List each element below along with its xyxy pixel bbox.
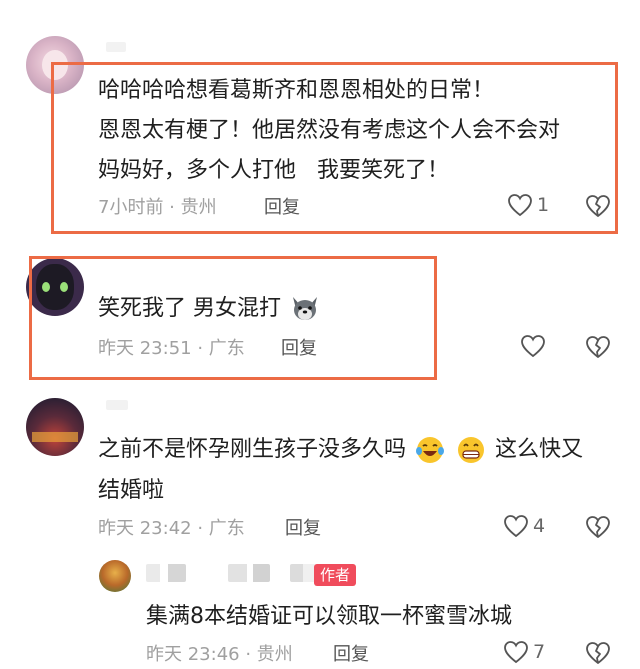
username-redacted — [290, 564, 316, 582]
broken-heart-icon — [586, 336, 610, 358]
heart-icon — [504, 515, 528, 538]
like-button[interactable] — [520, 334, 546, 358]
reply-button[interactable]: 回复 — [285, 517, 321, 541]
heart-icon — [521, 335, 545, 358]
comment-text: 笑死我了 男女混打 — [98, 290, 322, 327]
like-button[interactable]: 7 — [503, 640, 545, 664]
comment-text-content: 之前不是怀孕刚生孩子没多久吗 — [98, 437, 407, 462]
wolf-face-icon — [293, 297, 317, 320]
heart-icon — [508, 194, 532, 217]
like-button[interactable]: 4 — [503, 514, 545, 538]
reply-text: 集满8本结婚证可以领取一杯蜜雪冰城 — [146, 604, 512, 629]
avatar[interactable] — [99, 560, 131, 592]
grin-icon — [458, 437, 485, 463]
reply-button[interactable]: 回复 — [281, 337, 317, 361]
comment-text-line: 哈哈哈哈想看葛斯齐和恩恩相处的日常！ — [98, 78, 495, 103]
broken-heart-icon — [586, 516, 610, 538]
comment-text-content: 这么快又 — [495, 437, 584, 462]
dislike-button[interactable] — [585, 515, 611, 543]
username-redacted — [106, 42, 126, 52]
dislike-button[interactable] — [585, 335, 611, 363]
reply-time-location: 昨天 23:46 · 贵州 — [146, 644, 293, 665]
comment-text-content: 笑死我了 男女混打 — [98, 296, 281, 321]
like-count: 4 — [533, 515, 546, 537]
avatar[interactable] — [26, 398, 84, 456]
username-redacted — [146, 564, 186, 582]
dislike-button[interactable] — [585, 194, 611, 222]
reply-button[interactable]: 回复 — [333, 643, 369, 667]
heart-icon — [504, 641, 528, 664]
username-redacted — [106, 400, 128, 410]
comment-time-location: 昨天 23:51 · 广东 — [98, 338, 245, 359]
comment-text-line: 恩恩太有梗了！他居然没有考虑这个人会不会对 — [98, 118, 561, 143]
reply-button[interactable]: 回复 — [264, 196, 300, 220]
like-count: 7 — [533, 641, 546, 663]
author-tag: 作者 — [314, 564, 357, 586]
comment-text-line: 妈妈好，多个人打他 我要笑死了！ — [98, 158, 449, 183]
broken-heart-icon — [586, 195, 610, 217]
broken-heart-icon — [586, 642, 610, 664]
comment-text-line: 之前不是怀孕刚生孩子没多久吗 这么快又 — [98, 431, 583, 468]
username-redacted — [228, 564, 270, 582]
like-count: 1 — [537, 194, 550, 216]
comment-text-line: 结婚啦 — [98, 478, 165, 503]
laughing-tears-icon — [416, 437, 445, 463]
like-button[interactable]: 1 — [507, 193, 549, 217]
comment-time-location: 7小时前 · 贵州 — [98, 197, 217, 218]
comment-time-location: 昨天 23:42 · 广东 — [98, 518, 245, 539]
